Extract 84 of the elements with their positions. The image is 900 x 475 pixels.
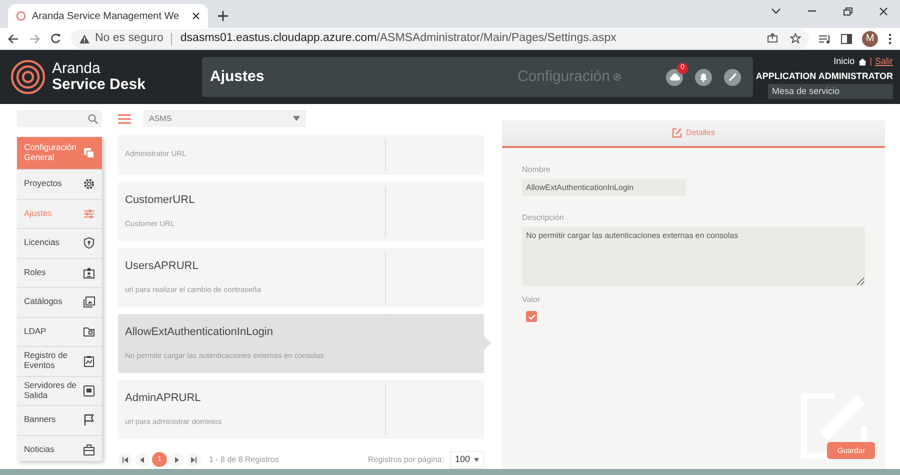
sidebar-item[interactable]: Catálogos (17, 288, 102, 318)
gear-icon (612, 72, 622, 82)
previous-page-button[interactable] (135, 452, 149, 467)
tools-button[interactable] (724, 68, 741, 86)
kebab-menu-icon[interactable] (888, 32, 892, 44)
flag-icon (83, 414, 95, 426)
description-label: Descripción (522, 212, 565, 224)
page-title: Ajustes (210, 66, 264, 87)
security-label[interactable]: No es seguro (95, 30, 164, 48)
clipboard-chart-icon (83, 355, 95, 368)
next-page-button[interactable] (170, 452, 184, 467)
chevron-down-icon[interactable] (771, 6, 781, 14)
project-select[interactable]: ASMS (143, 110, 306, 127)
briefcase-icon (83, 444, 95, 456)
setting-name: CustomerURL (125, 193, 196, 208)
page-size-select[interactable]: 100 (450, 451, 484, 468)
logo-text: Aranda (52, 61, 102, 77)
description-field[interactable]: No permitir cargar las autenticaciones externas en consolas (522, 227, 865, 286)
caret-icon (293, 116, 300, 121)
setting-name: AdminAPRURL (125, 391, 202, 406)
browser-tab[interactable]: Aranda Service Management We (8, 4, 208, 28)
record-summary: 1 - 8 de 8 Registros (209, 454, 279, 466)
first-page-icon (122, 456, 128, 463)
back-icon[interactable] (8, 34, 19, 44)
name-label: Nombre (522, 164, 552, 176)
folder-icon (83, 326, 95, 338)
url-text[interactable]: dsasms01.eastus.cloudapp.azure.com/ASMSAdministrator/Main/Pages/Settings.aspx (180, 30, 616, 48)
sidebar-item[interactable]: Noticias (17, 436, 102, 461)
sidebar-item[interactable]: Roles (17, 258, 102, 288)
user-name: APPLICATION ADMINISTRATOR (756, 70, 893, 82)
close-icon[interactable] (192, 12, 200, 20)
menu-icon[interactable] (118, 114, 131, 124)
previous-icon (140, 456, 144, 463)
copy-icon (83, 147, 95, 159)
page-size-label: Registros por página: (368, 454, 444, 466)
home-link[interactable]: Inicio (834, 55, 855, 68)
new-tab-icon[interactable] (218, 11, 228, 21)
notifications-button[interactable] (695, 68, 712, 86)
side-panel-icon[interactable] (841, 34, 852, 44)
images-icon (83, 296, 95, 308)
sidebar-item[interactable]: Banners (17, 406, 102, 436)
service-desk-select[interactable]: Mesa de servicio (768, 84, 893, 99)
logo-text: Service Desk (52, 77, 146, 93)
bell-icon (699, 72, 708, 82)
edit-icon (672, 128, 682, 138)
sidebar-item[interactable]: Registro de Eventos (17, 347, 102, 376)
sidebar-item[interactable]: Proyectos (17, 170, 102, 200)
first-page-button[interactable] (118, 452, 132, 467)
setting-name: AllowExtAuthenticationInLogin (125, 325, 274, 340)
profile-avatar[interactable]: M (862, 30, 878, 46)
separator-text: | (870, 55, 872, 68)
logo-icon (10, 59, 46, 95)
cloud-icon (669, 73, 680, 81)
sidebar-item[interactable]: Servidores de Salida (17, 376, 102, 406)
pointer-arrow (484, 336, 491, 350)
server-icon (83, 384, 95, 397)
favicon-icon (16, 11, 26, 21)
star-icon[interactable] (790, 33, 801, 44)
home-icon (858, 58, 867, 66)
reload-icon[interactable] (50, 33, 61, 44)
value-label: Valor (522, 294, 542, 306)
shield-icon (83, 237, 95, 250)
search-field[interactable] (17, 110, 102, 127)
last-page-button[interactable] (187, 452, 201, 467)
sidebar-item[interactable]: Licencias (17, 229, 102, 258)
wand-icon (728, 72, 738, 82)
value-checkbox[interactable] (526, 311, 537, 322)
close-icon[interactable] (879, 6, 888, 16)
gear-icon (83, 178, 95, 190)
id-badge-icon (83, 266, 95, 279)
search-icon (88, 114, 98, 124)
setting-name: UsersAPRURL (125, 259, 200, 274)
media-icon[interactable] (819, 34, 831, 44)
cloud-download-button[interactable] (666, 68, 683, 86)
logout-link[interactable]: Salir (874, 55, 893, 68)
caret-icon (474, 458, 479, 462)
sliders-icon (83, 208, 95, 220)
restore-icon[interactable] (843, 6, 853, 16)
warning-icon (79, 34, 90, 44)
share-icon[interactable] (767, 33, 778, 43)
next-icon (175, 456, 179, 463)
last-page-icon (191, 456, 197, 463)
sidebar-item[interactable]: LDAP (17, 318, 102, 347)
name-field[interactable]: AllowExtAuthenticationInLogin (522, 179, 686, 196)
